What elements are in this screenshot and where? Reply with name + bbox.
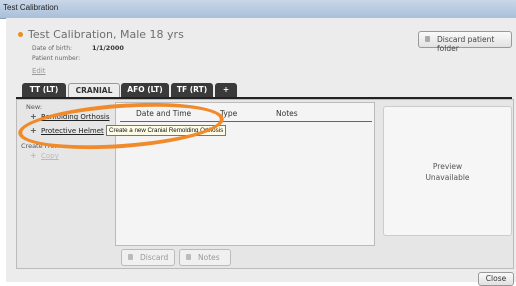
trash-icon bbox=[128, 254, 133, 260]
discard-button[interactable]: Discard bbox=[121, 249, 175, 266]
status-dot-icon bbox=[18, 32, 23, 37]
dob-label: Date of birth: bbox=[32, 45, 73, 52]
copy-link[interactable]: Copy bbox=[41, 152, 59, 160]
tab-add[interactable]: + bbox=[215, 83, 237, 97]
preview-pane: Preview Unavailable bbox=[383, 106, 512, 236]
edit-link[interactable]: Edit bbox=[32, 67, 46, 75]
preview-unavailable-text: Unavailable bbox=[425, 173, 470, 182]
column-header-notes[interactable]: Notes bbox=[276, 109, 298, 118]
close-button[interactable]: Close bbox=[478, 272, 514, 286]
plus-icon: + bbox=[30, 151, 37, 160]
tab-tt-lt[interactable]: TT (LT) bbox=[22, 83, 66, 97]
discard-patient-folder-button[interactable]: Discard patient folder bbox=[418, 31, 512, 53]
new-label: New: bbox=[26, 103, 43, 111]
main-window: Test Calibration, Male 18 yrs Date of bi… bbox=[6, 18, 516, 286]
tab-afo-lt[interactable]: AFO (LT) bbox=[121, 83, 169, 97]
dob-value: 1/1/2000 bbox=[92, 44, 124, 52]
patient-name: Test Calibration, Male 18 yrs bbox=[28, 28, 184, 41]
notes-button[interactable]: Notes bbox=[179, 249, 231, 266]
window-titlebar: Test Calibration bbox=[0, 0, 516, 19]
discard-label: Discard bbox=[140, 253, 169, 262]
preview-text: Preview bbox=[432, 162, 463, 171]
notes-icon bbox=[186, 254, 191, 260]
notes-label: Notes bbox=[198, 253, 220, 262]
window-title: Test Calibration bbox=[3, 3, 59, 12]
tab-cranial[interactable]: CRANIAL bbox=[68, 83, 120, 98]
trash-icon bbox=[425, 36, 430, 42]
discard-patient-folder-label: Discard patient folder bbox=[437, 35, 495, 53]
tab-tf-rt[interactable]: TF (RT) bbox=[171, 83, 213, 97]
patient-number-label: Patient number: bbox=[32, 55, 81, 62]
